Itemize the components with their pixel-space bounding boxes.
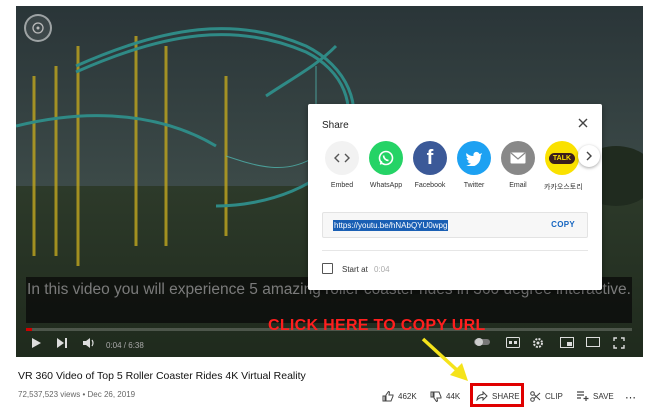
save-playlist-icon xyxy=(577,391,589,401)
scissors-icon xyxy=(530,391,541,402)
share-url-field[interactable]: https://youtu.be/hNAbQYU0wpg COPY xyxy=(322,212,588,238)
video-title: VR 360 Video of Top 5 Roller Coaster Rid… xyxy=(18,370,306,382)
share-twitter[interactable]: Twitter xyxy=(456,141,492,189)
embed-icon xyxy=(325,141,359,175)
annotation-text: CLICK HERE TO COPY URL xyxy=(268,317,486,334)
share-button[interactable]: SHARE xyxy=(476,391,520,401)
progress-bar-fill xyxy=(26,328,33,331)
share-next-button[interactable] xyxy=(578,145,600,167)
share-dialog-title: Share xyxy=(322,120,349,131)
start-at-time-input[interactable]: 0:04 xyxy=(374,265,390,274)
share-twitter-label: Twitter xyxy=(463,182,485,189)
share-url-text[interactable]: https://youtu.be/hNAbQYU0wpg xyxy=(333,220,449,231)
youtube-watch-page: In this video you will experience 5 amaz… xyxy=(0,0,650,407)
thumbs-down-icon xyxy=(430,391,442,402)
clip-button[interactable]: CLIP xyxy=(530,391,563,402)
share-email-label: Email xyxy=(509,182,527,189)
share-facebook-label: Facebook xyxy=(414,182,446,189)
dislike-count: 44K xyxy=(446,392,461,401)
more-actions-icon[interactable]: ⋯ xyxy=(625,391,637,404)
share-whatsapp[interactable]: WhatsApp xyxy=(368,141,404,189)
whatsapp-icon xyxy=(369,141,403,175)
theater-mode-icon[interactable] xyxy=(586,337,600,347)
dialog-divider xyxy=(322,250,588,251)
next-icon[interactable] xyxy=(56,337,68,349)
subtitles-icon[interactable] xyxy=(506,337,520,348)
copy-button[interactable]: COPY xyxy=(551,220,575,229)
fullscreen-icon[interactable] xyxy=(613,337,625,349)
email-icon xyxy=(501,141,535,175)
play-icon[interactable] xyxy=(30,337,42,349)
facebook-icon: f xyxy=(413,141,447,175)
views-and-date: 72,537,523 views • Dec 26, 2019 xyxy=(18,390,136,399)
share-button-label: SHARE xyxy=(492,391,520,401)
twitter-icon xyxy=(457,141,491,175)
share-email[interactable]: Email xyxy=(500,141,536,189)
dislike-button[interactable]: 44K xyxy=(430,391,460,402)
chevron-right-icon xyxy=(586,151,592,161)
player-controls: 0:04 / 6:38 xyxy=(16,333,643,357)
like-count: 462K xyxy=(398,392,417,401)
save-button-label: SAVE xyxy=(593,391,614,401)
save-button[interactable]: SAVE xyxy=(577,391,614,401)
clip-button-label: CLIP xyxy=(545,392,563,401)
close-icon[interactable] xyxy=(576,116,590,130)
kakaotalk-icon: TALK xyxy=(545,141,579,175)
share-kakaostory[interactable]: TALK 카카오스토리 xyxy=(544,141,583,192)
annotation-arrow xyxy=(421,337,468,381)
start-at-label: Start at xyxy=(342,265,368,274)
settings-gear-icon[interactable] xyxy=(532,337,544,349)
thumbs-up-icon xyxy=(382,391,394,402)
kakaotalk-badge: TALK xyxy=(548,152,576,164)
share-facebook[interactable]: f Facebook xyxy=(412,141,448,189)
share-embed-label: Embed xyxy=(330,182,354,189)
share-kakaostory-label: 카카오스토리 xyxy=(544,184,583,191)
time-display: 0:04 / 6:38 xyxy=(106,341,144,350)
share-arrow-icon xyxy=(476,391,488,401)
share-whatsapp-label: WhatsApp xyxy=(369,182,403,189)
vr-360-icon xyxy=(24,14,52,42)
volume-icon[interactable] xyxy=(82,337,96,349)
share-dialog: Share Embed WhatsApp f Facebook Twitter … xyxy=(308,104,602,290)
miniplayer-icon[interactable] xyxy=(560,337,574,348)
share-embed[interactable]: Embed xyxy=(324,141,360,189)
start-at-checkbox[interactable] xyxy=(322,263,333,274)
like-button[interactable]: 462K xyxy=(382,391,417,402)
